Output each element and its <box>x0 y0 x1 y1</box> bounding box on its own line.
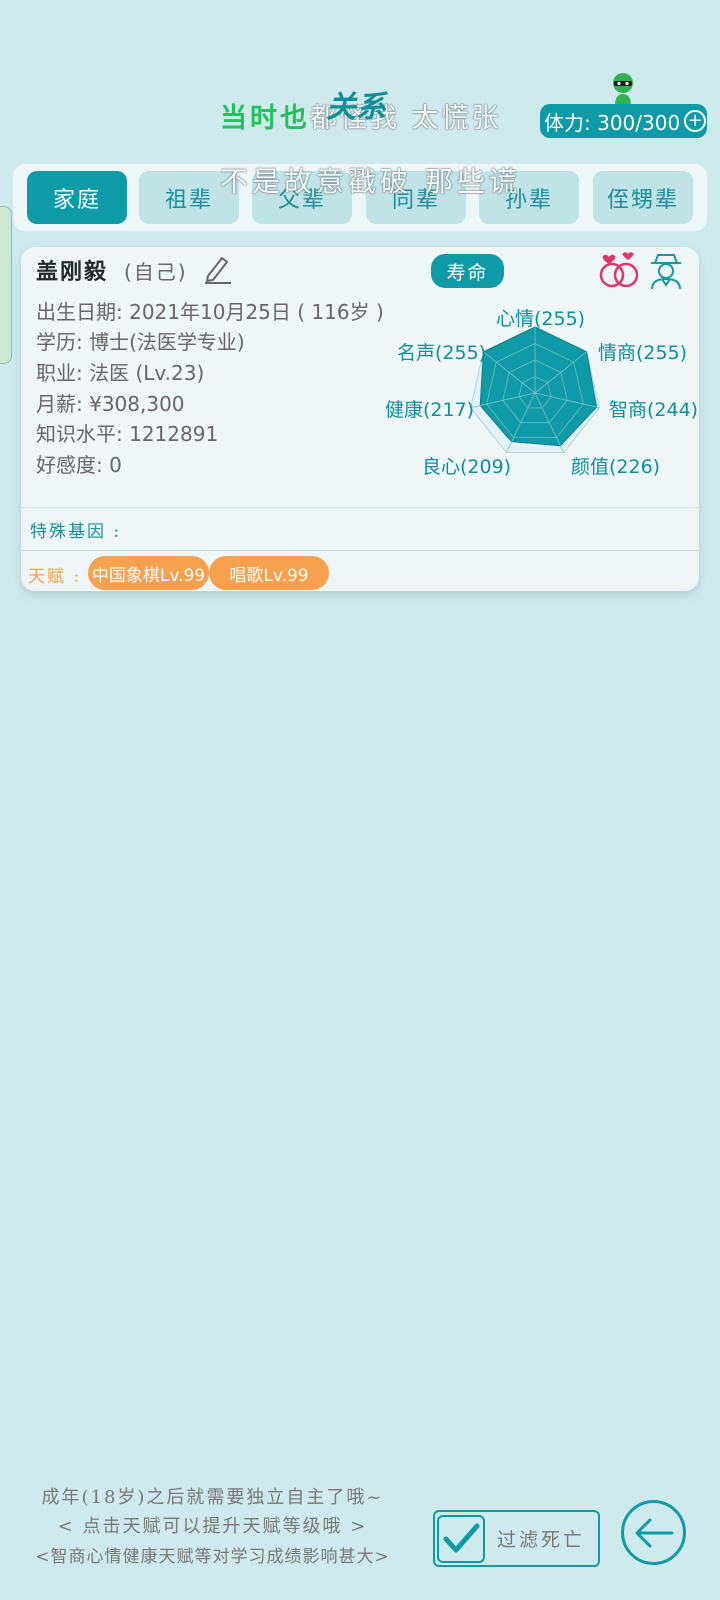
filter-dead-toggle[interactable]: 过滤死亡 <box>433 1510 600 1567</box>
occupation: 职业: 法医 (Lv.23) <box>36 361 205 385</box>
tip-study-factors: <智商心情健康天赋等对学习成绩影响甚大> <box>35 1547 390 1567</box>
detective-icon[interactable] <box>648 252 684 290</box>
talent-badge-singing[interactable]: 唱歌Lv.99 <box>209 556 329 590</box>
filter-label: 过滤死亡 <box>497 1529 586 1551</box>
lyric-sung-text: 当时也 <box>220 103 310 134</box>
stamina-label: 体力: 300/300 <box>544 110 681 135</box>
arrow-left-icon <box>635 1518 673 1547</box>
radar-label-looks: 颜值(226) <box>571 456 661 478</box>
person-relation: (自己) <box>124 260 188 284</box>
tip-talent-upgrade: < 点击天赋可以提升天赋等级哦 > <box>57 1516 368 1537</box>
talents-label: 天赋 : <box>28 567 82 587</box>
lyric-line-2: 不是故意戳破 那些谎 <box>220 165 521 198</box>
tab-nephews[interactable]: 侄甥辈 <box>593 171 693 224</box>
divider <box>21 550 699 551</box>
salary: 月薪: ¥308,300 <box>36 392 185 416</box>
filter-checkbox[interactable] <box>437 1514 485 1563</box>
education: 学历: 博士(法医学专业) <box>36 330 245 354</box>
edit-name-icon[interactable] <box>202 252 232 284</box>
stamina-indicator[interactable]: 体力: 300/300 + <box>540 104 707 138</box>
lyric-decoration: 关系 <box>326 90 386 125</box>
radar-label-eq: 情商(255) <box>598 342 688 364</box>
knowledge-level: 知识水平: 1212891 <box>36 422 219 446</box>
talent-badge-chess[interactable]: 中国象棋Lv.99 <box>88 556 209 590</box>
add-stamina-icon[interactable]: + <box>684 110 707 132</box>
radar-label-iq: 智商(244) <box>609 399 699 421</box>
green-avatar-icon <box>613 73 633 106</box>
side-drawer-handle[interactable] <box>0 206 12 364</box>
radar-label-fame: 名声(255) <box>397 342 487 364</box>
radar-label-health: 健康(217) <box>385 399 475 421</box>
birth-date: 出生日期: 2021年10月25日 ( 116岁 ) <box>36 300 384 324</box>
tab-family[interactable]: 家庭 <box>27 171 127 224</box>
special-genes-label: 特殊基因 : <box>30 522 122 542</box>
favorability: 好感度: 0 <box>36 453 122 477</box>
tip-adulthood: 成年(18岁)之后就需要独立自主了哦~ <box>41 1487 384 1508</box>
marriage-rings-icon[interactable] <box>598 250 642 288</box>
divider <box>21 507 699 508</box>
checkmark-icon <box>443 1523 480 1552</box>
radar-label-mood: 心情(255) <box>496 308 586 330</box>
person-name: 盖刚毅 <box>36 259 109 285</box>
radar-label-conscience: 良心(209) <box>422 456 512 478</box>
back-button[interactable] <box>621 1500 686 1565</box>
lifespan-button[interactable]: 寿命 <box>431 254 504 288</box>
